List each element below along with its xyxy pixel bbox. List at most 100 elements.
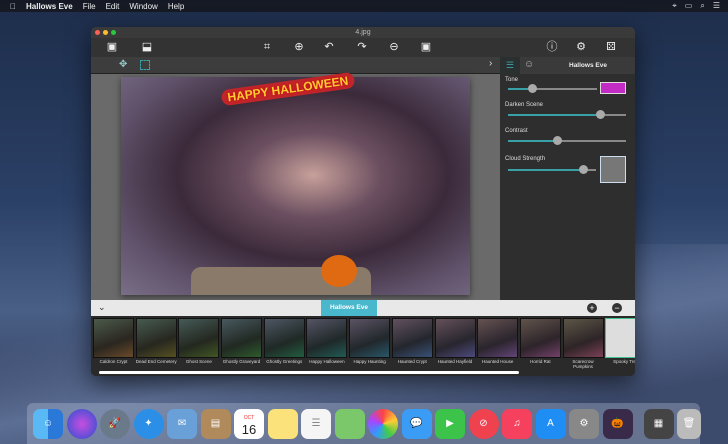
menu-bar:  Hallows Eve File Edit Window Help ⌖ ▭ … bbox=[0, 0, 728, 12]
tone-slider[interactable] bbox=[508, 84, 597, 93]
dock-news-icon[interactable]: ⊘ bbox=[468, 408, 499, 439]
minimize-button[interactable] bbox=[103, 30, 108, 35]
dock-photos-icon[interactable] bbox=[368, 408, 398, 439]
effect-thumbnail[interactable]: Scarecrow Pumpkins bbox=[562, 318, 604, 369]
save-icon[interactable]: ⬓ bbox=[139, 40, 155, 54]
cloud-strength-slider[interactable] bbox=[508, 165, 596, 174]
crop-icon[interactable]: ⌗ bbox=[259, 40, 275, 54]
tone-color-swatch[interactable] bbox=[600, 82, 626, 94]
effect-thumbnail[interactable]: Ghostly Greetings bbox=[263, 318, 305, 369]
photo-pumpkin bbox=[321, 255, 357, 287]
effect-thumbnail[interactable]: Happy Haunting bbox=[349, 318, 391, 369]
menu-file[interactable]: File bbox=[83, 2, 96, 11]
contrast-label: Contrast bbox=[505, 128, 528, 134]
thumbnail-list: Caldron Crypt Dead End Cemetery Ghost Scen… bbox=[91, 316, 635, 369]
dock-finder-icon[interactable]: ☺ bbox=[33, 408, 63, 439]
effect-thumbnail[interactable]: Caldron Crypt bbox=[93, 318, 134, 369]
thumbnail-image bbox=[477, 318, 519, 358]
dock-system-preferences-icon[interactable]: ⚙ bbox=[569, 408, 599, 439]
rotate-right-icon[interactable]: ↷ bbox=[354, 40, 370, 54]
dock-calendar-icon[interactable]: OCT 16 bbox=[234, 408, 264, 439]
selection-icon[interactable] bbox=[140, 60, 150, 70]
contrast-slider[interactable] bbox=[508, 136, 626, 145]
zoom-button[interactable] bbox=[111, 30, 116, 35]
thumbnail-caption: Spooky Tree bbox=[613, 359, 635, 364]
menu-help[interactable]: Help bbox=[168, 2, 184, 11]
menu-window[interactable]: Window bbox=[129, 2, 157, 11]
notification-center-icon[interactable]: ☰ bbox=[713, 1, 720, 11]
effect-thumbnail[interactable]: Happy Halloween bbox=[306, 318, 348, 369]
dock-trash-icon[interactable]: 🗑 bbox=[677, 408, 701, 439]
add-effect-icon[interactable]: + bbox=[587, 303, 597, 313]
tab-adjustments-list-icon[interactable]: ☰ bbox=[500, 57, 520, 74]
horizontal-scrollbar[interactable] bbox=[99, 371, 519, 374]
tab-pumpkin-icon[interactable]: ☺ bbox=[524, 59, 534, 70]
effect-thumbnail[interactable]: Dead End Cemetery bbox=[135, 318, 177, 369]
random-effect-icon[interactable]: ⚄ bbox=[603, 40, 619, 54]
close-button[interactable] bbox=[95, 30, 100, 35]
thumbnail-image bbox=[349, 318, 391, 358]
zoom-in-icon[interactable]: ⊕ bbox=[291, 40, 307, 54]
panel-tab-title: Hallows Eve bbox=[569, 62, 607, 69]
thumbnail-image bbox=[135, 318, 177, 358]
thumbnail-image bbox=[434, 318, 476, 358]
move-icon[interactable]: ✥ bbox=[119, 59, 127, 70]
thumbnail-caption: Haunted House bbox=[482, 359, 514, 364]
dock-hallows-eve-icon[interactable]: 🎃 bbox=[602, 408, 633, 439]
effect-thumbnail[interactable]: Spooky Tree bbox=[605, 318, 635, 369]
fit-screen-icon[interactable]: ▣ bbox=[418, 40, 434, 54]
dock-downloads-icon[interactable]: ▦ bbox=[643, 408, 674, 439]
cloud-texture-swatch[interactable] bbox=[600, 156, 626, 183]
menu-app-name[interactable]: Hallows Eve bbox=[26, 2, 73, 11]
dock-notes-icon[interactable] bbox=[267, 408, 298, 439]
dock-contacts-icon[interactable]: ▤ bbox=[200, 408, 231, 439]
thumbnail-image bbox=[178, 318, 220, 358]
dock-app-store-icon[interactable]: A bbox=[535, 408, 566, 439]
thumbnail-caption: Ghostly Graveyard bbox=[222, 359, 261, 364]
open-image-icon[interactable]: ▣ bbox=[104, 40, 120, 54]
info-icon[interactable]: ⓘ bbox=[544, 40, 560, 54]
thumbnail-image bbox=[263, 318, 305, 358]
thumbnail-caption: Ghostly Greetings bbox=[266, 359, 303, 364]
menu-edit[interactable]: Edit bbox=[106, 2, 120, 11]
effect-thumbnail[interactable]: Haunted Crypt bbox=[391, 318, 433, 369]
dock-launchpad-icon[interactable]: 🚀 bbox=[100, 408, 130, 439]
window-title: 4.jpg bbox=[355, 29, 371, 36]
effect-thumbnail[interactable]: Haunted Hayfield bbox=[434, 318, 476, 369]
cursor-status-icon[interactable]: ⌖ bbox=[672, 1, 677, 11]
apple-icon[interactable]:  bbox=[10, 2, 16, 11]
effects-browser: ⌄ Hallows Eve + − Caldron Crypt Dead End … bbox=[91, 300, 635, 376]
remove-effect-icon[interactable]: − bbox=[612, 303, 622, 313]
settings-icon[interactable]: ⚙ bbox=[573, 40, 589, 54]
effect-thumbnail[interactable]: Ghost Scene bbox=[178, 318, 220, 369]
category-tab[interactable]: Hallows Eve bbox=[321, 300, 377, 316]
collapse-chevron-icon[interactable]: ⌄ bbox=[98, 302, 106, 313]
thumbnail-image bbox=[93, 318, 134, 358]
airplay-icon[interactable]: ▭ bbox=[685, 1, 693, 11]
cloud-strength-label: Cloud Strength bbox=[505, 156, 546, 162]
dock-safari-icon[interactable]: ✦ bbox=[133, 408, 164, 439]
rotate-left-icon[interactable]: ↶ bbox=[321, 40, 337, 54]
dock-maps-icon[interactable] bbox=[334, 408, 365, 439]
chevron-right-icon[interactable]: › bbox=[489, 58, 492, 69]
thumbnail-caption: Happy Haunting bbox=[353, 359, 386, 364]
zoom-out-icon[interactable]: ⊖ bbox=[386, 40, 402, 54]
darken-scene-label: Darken Scene bbox=[505, 102, 544, 108]
dock-facetime-icon[interactable]: ▶ bbox=[435, 408, 465, 439]
spotlight-icon[interactable]: ⌕ bbox=[700, 1, 704, 11]
darken-scene-slider[interactable] bbox=[508, 110, 626, 119]
thumbnail-image bbox=[605, 318, 635, 358]
effect-thumbnail[interactable]: Ghostly Graveyard bbox=[221, 318, 263, 369]
thumbnail-caption: Ghost Scene bbox=[185, 359, 212, 364]
thumbnail-caption: Haunted Crypt bbox=[397, 359, 427, 364]
dock-reminders-icon[interactable]: ☰ bbox=[301, 408, 331, 439]
effect-thumbnail[interactable]: Haunted House bbox=[477, 318, 519, 369]
effect-panel: ☰ ☺ Hallows Eve Tone Darken Scene Contra… bbox=[500, 57, 635, 300]
dock-siri-icon[interactable] bbox=[66, 408, 97, 439]
dock-mail-icon[interactable]: ✉ bbox=[167, 408, 197, 439]
dock-messages-icon[interactable]: 💬 bbox=[401, 408, 432, 439]
dock-music-icon[interactable]: ♫ bbox=[502, 408, 532, 439]
photo-overlay-text: HAPPY HALLOWEEN bbox=[220, 71, 356, 107]
effect-thumbnail[interactable]: Horrid Rat bbox=[519, 318, 561, 369]
image-canvas[interactable]: HAPPY HALLOWEEN bbox=[91, 71, 500, 300]
